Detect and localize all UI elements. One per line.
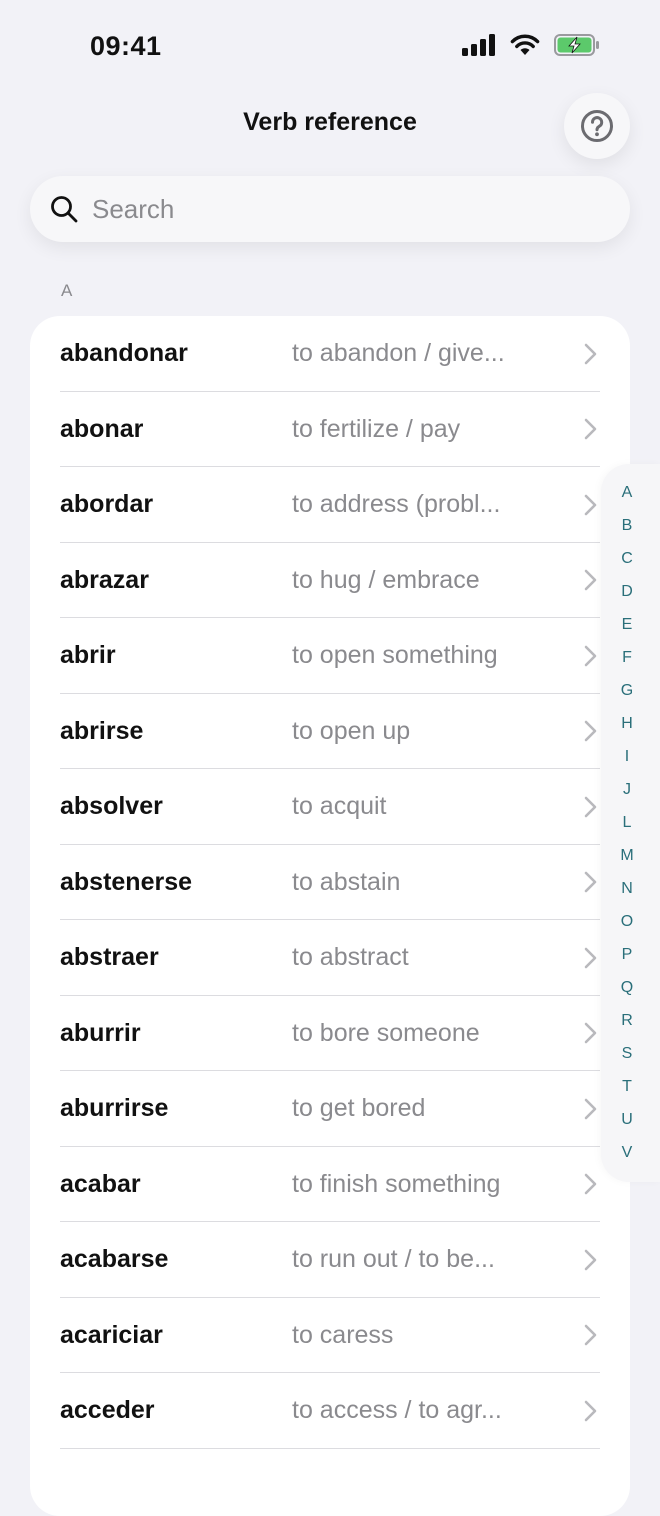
verb-row[interactable]: acceder to access / to agr... (30, 1373, 630, 1449)
verb-row[interactable]: aburrirse to get bored (30, 1071, 630, 1147)
index-letter[interactable]: T (601, 1078, 653, 1096)
verb-definition: to hug / embrace (292, 565, 480, 594)
index-letter[interactable]: H (601, 715, 653, 733)
index-letter[interactable]: R (601, 1012, 653, 1030)
verb-row[interactable]: absolver to acquit (30, 769, 630, 845)
cellular-signal-icon (462, 34, 496, 61)
verb-row[interactable]: abonar to fertilize / pay (30, 392, 630, 468)
verb-term: absolver (60, 792, 163, 821)
verb-definition: to get bored (292, 1094, 426, 1123)
chevron-right-icon (583, 1248, 599, 1272)
index-letter[interactable]: U (601, 1111, 653, 1129)
chevron-right-icon (583, 795, 599, 819)
verb-definition: to access / to agr... (292, 1396, 502, 1425)
wifi-icon (510, 34, 540, 61)
verb-term: abordar (60, 490, 154, 519)
verb-term: acabarse (60, 1245, 169, 1274)
index-letter[interactable]: J (601, 781, 653, 799)
section-header: A (61, 281, 73, 300)
verb-row[interactable]: abrir to open something (30, 618, 630, 694)
verb-row[interactable]: abrirse to open up (30, 694, 630, 770)
index-letter[interactable]: E (601, 616, 653, 634)
verb-row[interactable]: acariciar to caress (30, 1298, 630, 1374)
status-time: 09:41 (90, 31, 162, 61)
search-icon (50, 195, 78, 223)
index-letter[interactable]: N (601, 880, 653, 898)
verb-definition: to abstract (292, 943, 409, 972)
chevron-right-icon (583, 946, 599, 970)
chevron-right-icon (583, 870, 599, 894)
verb-term: aburrir (60, 1018, 141, 1047)
verb-term: abrazar (60, 565, 149, 594)
index-letter[interactable]: I (601, 748, 653, 766)
verb-definition: to abandon / give... (292, 339, 505, 368)
index-letter[interactable]: V (601, 1144, 653, 1162)
help-button[interactable] (564, 93, 630, 159)
verb-row[interactable]: acabar to finish something (30, 1147, 630, 1223)
verb-definition: to acquit (292, 792, 387, 821)
chevron-right-icon (583, 644, 599, 668)
index-letter[interactable]: M (601, 847, 653, 865)
verb-term: abrirse (60, 716, 144, 745)
verb-definition: to fertilize / pay (292, 414, 461, 443)
index-letter[interactable]: A (601, 484, 653, 502)
verb-term: abrir (60, 641, 116, 670)
chevron-right-icon (583, 719, 599, 743)
index-letter[interactable]: C (601, 550, 653, 568)
chevron-right-icon (583, 1021, 599, 1045)
status-icons (462, 34, 600, 61)
verb-row[interactable]: abordar to address (probl... (30, 467, 630, 543)
page-title: Verb reference (243, 108, 417, 136)
chevron-right-icon (583, 493, 599, 517)
index-letter[interactable]: G (601, 682, 653, 700)
verb-definition: to open up (292, 716, 411, 745)
chevron-right-icon (583, 1399, 599, 1423)
verb-definition: to address (probl... (292, 490, 501, 519)
verb-term: abandonar (60, 339, 188, 368)
search-bar[interactable] (30, 176, 630, 242)
index-letter[interactable]: S (601, 1045, 653, 1063)
index-letter[interactable]: Q (601, 979, 653, 997)
chevron-right-icon (583, 568, 599, 592)
status-bar: 09:41 (0, 0, 660, 96)
verb-row[interactable]: abandonar to abandon / give... (30, 316, 630, 392)
chevron-right-icon (583, 1172, 599, 1196)
verb-list: abandonar to abandon / give... abonar to fe… (30, 316, 630, 1516)
verb-row[interactable]: acabarse to run out / to be... (30, 1222, 630, 1298)
verb-definition: to open something (292, 641, 498, 670)
verb-term: acabar (60, 1169, 141, 1198)
chevron-right-icon (583, 417, 599, 441)
index-letter[interactable]: B (601, 517, 653, 535)
verb-definition: to finish something (292, 1169, 501, 1198)
verb-definition: to caress (292, 1320, 394, 1349)
verb-term: abonar (60, 414, 144, 443)
index-letter[interactable]: D (601, 583, 653, 601)
verb-term: aburrirse (60, 1094, 169, 1123)
battery-charging-icon (554, 34, 600, 61)
verb-row[interactable]: abstenerse to abstain (30, 845, 630, 921)
index-letter[interactable]: F (601, 649, 653, 667)
question-circle-icon (580, 109, 614, 143)
verb-term: acceder (60, 1396, 155, 1425)
search-input[interactable] (90, 192, 594, 226)
chevron-right-icon (583, 1097, 599, 1121)
index-letter[interactable]: L (601, 814, 653, 832)
verb-row[interactable]: aburrir to bore someone (30, 996, 630, 1072)
index-letter[interactable]: P (601, 946, 653, 964)
verb-row[interactable]: abrazar to hug / embrace (30, 543, 630, 619)
verb-definition: to run out / to be... (292, 1245, 495, 1274)
verb-definition: to abstain (292, 867, 401, 896)
alphabet-index[interactable]: ABCDEFGHIJLMNOPQRSTUV (601, 464, 660, 1182)
index-letter[interactable]: O (601, 913, 653, 931)
verb-term: abstraer (60, 943, 159, 972)
chevron-right-icon (583, 1323, 599, 1347)
chevron-right-icon (583, 342, 599, 366)
verb-term: abstenerse (60, 867, 193, 896)
verb-definition: to bore someone (292, 1018, 480, 1047)
verb-row[interactable]: abstraer to abstract (30, 920, 630, 996)
verb-term: acariciar (60, 1320, 163, 1349)
